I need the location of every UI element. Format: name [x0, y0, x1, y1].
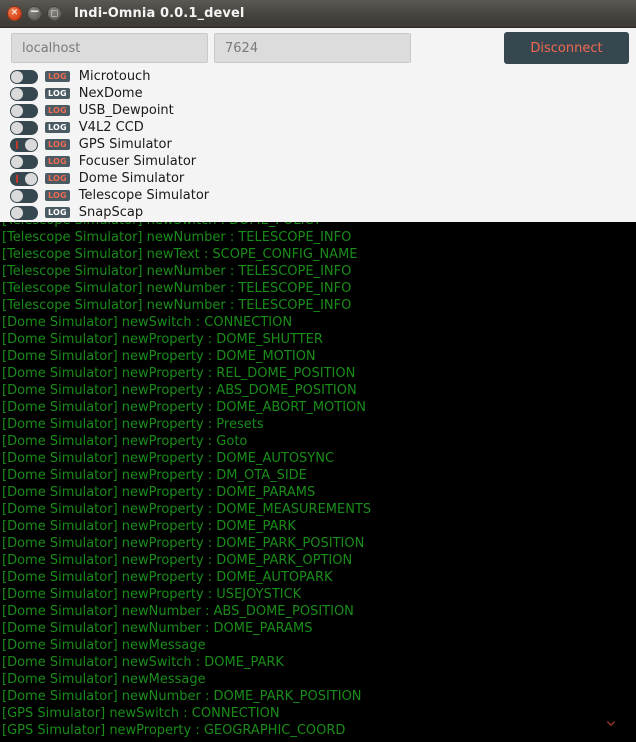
device-toggle-usb-dewpoint[interactable] [10, 103, 38, 118]
device-name-label: Telescope Simulator [78, 188, 210, 203]
minimize-button[interactable]: − [27, 3, 42, 21]
device-name-label: USB_Dewpoint [78, 103, 174, 118]
toggle-knob [11, 87, 23, 100]
log-line: [Dome Simulator] newNumber : DOME_PARAMS [2, 621, 313, 636]
log-line: [Dome Simulator] newProperty : DOME_SHUT… [2, 332, 323, 347]
device-toggle-dome-simulator[interactable] [10, 171, 38, 186]
log-line: [Dome Simulator] newNumber : DOME_PARK_P… [2, 689, 362, 704]
log-line: [GPS Simulator] newProperty : GEOGRAPHIC… [2, 723, 346, 738]
log-line: [Telescope Simulator] newNumber : TELESC… [2, 264, 352, 279]
close-button[interactable]: × [7, 6, 22, 21]
device-row: LOG NexDome [0, 85, 636, 102]
log-badge[interactable]: LOG [45, 105, 70, 116]
log-console[interactable]: [Telescope Simulator] newSwitch : DOME_P… [0, 212, 636, 742]
log-badge[interactable]: LOG [45, 156, 70, 167]
log-badge[interactable]: LOG [45, 190, 70, 201]
maximize-icon: □ [50, 8, 59, 17]
toggle-knob [11, 206, 23, 219]
device-row: LOG Microtouch [0, 68, 636, 85]
device-name-label: V4L2 CCD [78, 120, 144, 135]
toggle-knob [11, 121, 23, 134]
maximize-button[interactable]: □ [47, 6, 62, 21]
log-line: [Dome Simulator] newProperty : DOME_MEAS… [2, 502, 372, 517]
device-toggle-v4l2-ccd[interactable] [10, 120, 38, 135]
log-line: [Dome Simulator] newSwitch : DOME_PARK [2, 655, 284, 670]
port-input[interactable]: 7624 [214, 33, 411, 63]
device-toggle-focuser-simulator[interactable] [10, 154, 38, 169]
log-line: [Dome Simulator] newProperty : DOME_AUTO… [2, 451, 335, 466]
log-line: [Dome Simulator] newProperty : USEJOYSTI… [2, 587, 302, 602]
device-toggle-snapscap[interactable] [10, 205, 38, 220]
log-badge[interactable]: LOG [45, 139, 70, 150]
title-bar: × − □ Indi-Omnia 0.0.1_devel [0, 0, 636, 28]
device-name-label: Focuser Simulator [78, 154, 197, 169]
log-line: [Dome Simulator] newProperty : DM_OTA_SI… [2, 468, 307, 483]
log-badge[interactable]: LOG [45, 173, 70, 184]
log-line: [Dome Simulator] newProperty : DOME_PARK [2, 519, 296, 534]
toggle-knob [11, 155, 23, 168]
window-title: Indi-Omnia 0.0.1_devel [74, 6, 245, 21]
device-name-label: Microtouch [78, 69, 151, 84]
device-row: LOG Dome Simulator [0, 170, 636, 187]
toggle-knob [11, 70, 23, 83]
toggle-knob [11, 104, 23, 117]
log-line: [Telescope Simulator] newText : SCOPE_CO… [2, 247, 358, 262]
toggle-knob [25, 172, 37, 185]
toggle-knob [25, 138, 37, 151]
device-name-label: Dome Simulator [78, 171, 185, 186]
log-line: [Dome Simulator] newProperty : REL_DOME_… [2, 366, 356, 381]
log-line: [Dome Simulator] newProperty : DOME_MOTI… [2, 349, 316, 364]
minimize-icon: − [29, 3, 40, 18]
device-row: LOG V4L2 CCD [0, 119, 636, 136]
toggle-knob [11, 189, 23, 202]
disconnect-button[interactable]: Disconnect [504, 32, 629, 64]
log-badge[interactable]: LOG [45, 71, 70, 82]
device-name-label: SnapScap [78, 205, 144, 220]
log-line: [Dome Simulator] newProperty : ABS_DOME_… [2, 383, 357, 398]
log-line: [Dome Simulator] newProperty : DOME_PARK… [2, 553, 353, 568]
device-row: LOG GPS Simulator [0, 136, 636, 153]
log-line: [GPS Simulator] newSwitch : CONNECTION [2, 706, 280, 721]
log-badge[interactable]: LOG [45, 122, 70, 133]
log-line: [Telescope Simulator] newNumber : TELESC… [2, 230, 352, 245]
log-line: [Dome Simulator] newSwitch : CONNECTION [2, 315, 293, 330]
log-line: [Dome Simulator] newProperty : DOME_AUTO… [2, 570, 333, 585]
application-window: [Telescope Simulator] newSwitch : DOME_P… [0, 0, 636, 742]
log-line: [Dome Simulator] newProperty : DOME_PARA… [2, 485, 316, 500]
scroll-down-chevron-icon[interactable]: ⌄ [598, 709, 624, 729]
device-row: LOG SnapScap [0, 204, 636, 221]
log-line: [Telescope Simulator] newNumber : TELESC… [2, 281, 352, 296]
log-line: [Dome Simulator] newNumber : ABS_DOME_PO… [2, 604, 354, 619]
device-toggle-microtouch[interactable] [10, 69, 38, 84]
log-badge[interactable]: LOG [45, 207, 70, 218]
log-line: [Telescope Simulator] newNumber : TELESC… [2, 298, 352, 313]
log-line: [Dome Simulator] newMessage [2, 638, 206, 653]
close-icon: × [10, 7, 19, 18]
log-line: [Dome Simulator] newProperty : Goto [2, 434, 248, 449]
device-toggle-gps-simulator[interactable] [10, 137, 38, 152]
host-input[interactable]: localhost [11, 33, 208, 63]
connection-bar: localhost 7624 Disconnect [0, 28, 636, 68]
device-row: LOG Focuser Simulator [0, 153, 636, 170]
log-line: [Dome Simulator] newProperty : Presets [2, 417, 264, 432]
log-line: [Dome Simulator] newProperty : DOME_PARK… [2, 536, 365, 551]
device-name-label: NexDome [78, 86, 143, 101]
device-name-label: GPS Simulator [78, 137, 172, 152]
window-controls: × − □ [7, 3, 62, 21]
log-line: [Dome Simulator] newProperty : DOME_ABOR… [2, 400, 366, 415]
log-line: [Dome Simulator] newMessage [2, 672, 206, 687]
device-row: LOG Telescope Simulator [0, 187, 636, 204]
log-badge[interactable]: LOG [45, 88, 70, 99]
device-toggle-nexdome[interactable] [10, 86, 38, 101]
device-row: LOG USB_Dewpoint [0, 102, 636, 119]
device-list-panel: LOG Microtouch LOG NexDome LOG USB_Dewpoint LO… [0, 68, 636, 222]
device-toggle-telescope-simulator[interactable] [10, 188, 38, 203]
